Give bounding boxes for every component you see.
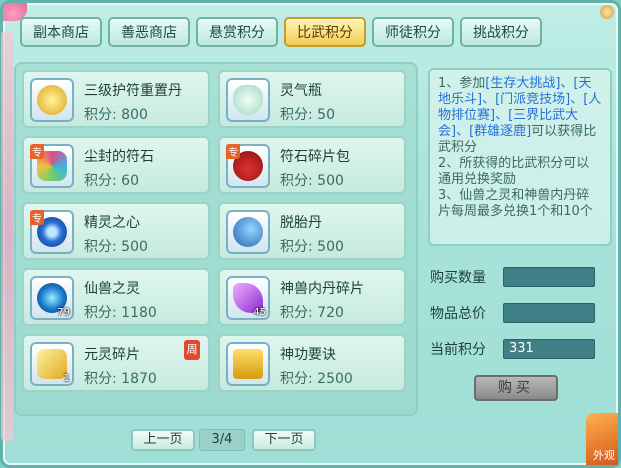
item-name: 符石碎片包: [280, 149, 350, 165]
spirit-heart-icon: 专: [30, 210, 74, 254]
total-price-field: [503, 303, 595, 323]
tab-bounty-points[interactable]: 悬赏积分: [196, 17, 278, 47]
item-card[interactable]: 专 符石碎片包 积分: 500: [218, 136, 406, 194]
item-name: 神功要诀: [280, 347, 336, 363]
rules-info-panel: 1、参加[生存大挑战]、[天地乐斗]、[门派竞技场]、[人物排位赛]、[三界比武…: [428, 68, 612, 246]
next-page-button[interactable]: 下一页: [252, 429, 316, 451]
item-card[interactable]: 神功要诀 积分: 2500: [218, 334, 406, 392]
spirit-bottle-icon: [226, 78, 270, 122]
golden-amulet-icon: [30, 78, 74, 122]
quantity-label: 购买数量: [430, 270, 486, 286]
item-name: 神兽内丹碎片: [280, 281, 364, 297]
appearance-corner-button[interactable]: 外观: [586, 413, 618, 465]
item-price: 积分: 1870: [84, 371, 157, 387]
item-name: 灵气瓶: [280, 83, 322, 99]
item-price: 积分: 60: [84, 173, 139, 189]
shop-tabs: 副本商店 善恶商店 悬赏积分 比武积分 师徒积分 挑战积分: [20, 17, 542, 47]
item-price: 积分: 1180: [84, 305, 157, 321]
current-points-label: 当前积分: [430, 342, 486, 358]
page-indicator: 3/4: [199, 429, 245, 451]
tab-challenge-points[interactable]: 挑战积分: [460, 17, 542, 47]
buy-button[interactable]: 购买: [474, 375, 558, 401]
quantity-input[interactable]: [503, 267, 595, 287]
item-card[interactable]: 脱胎丹 积分: 500: [218, 202, 406, 260]
item-card[interactable]: 专 精灵之心 积分: 500: [22, 202, 210, 260]
item-card[interactable]: 专 尘封的符石 积分: 60: [22, 136, 210, 194]
corner-ornament-icon: [600, 5, 614, 19]
tab-mentor-points[interactable]: 师徒积分: [372, 17, 454, 47]
skill-manual-icon: [226, 342, 270, 386]
item-price: 积分: 2500: [280, 371, 353, 387]
soul-fragment-icon: 1: [30, 342, 74, 386]
item-name: 精灵之心: [84, 215, 140, 231]
left-border-decoration: [1, 31, 13, 441]
item-card[interactable]: 1 元灵碎片 积分: 1870 周: [22, 334, 210, 392]
tab-karma-shop[interactable]: 善恶商店: [108, 17, 190, 47]
item-card[interactable]: 灵气瓶 积分: 50: [218, 70, 406, 128]
item-grid: 三级护符重置丹 积分: 800 灵气瓶 积分: 50 专 尘封的符石 积分: 6…: [14, 62, 418, 416]
weekly-limit-badge: 周: [184, 340, 200, 360]
prev-page-button[interactable]: 上一页: [131, 429, 195, 451]
item-price: 积分: 50: [280, 107, 335, 123]
total-price-label: 物品总价: [430, 306, 486, 322]
item-price: 积分: 500: [84, 239, 148, 255]
item-card[interactable]: 45 神兽内丹碎片 积分: 720: [218, 268, 406, 326]
item-name: 尘封的符石: [84, 149, 154, 165]
sealed-rune-stone-icon: 专: [30, 144, 74, 188]
beast-spirit-orb-icon: 79: [30, 276, 74, 320]
item-price: 积分: 500: [280, 173, 344, 189]
item-name: 脱胎丹: [280, 215, 322, 231]
item-name: 元灵碎片: [84, 347, 140, 363]
current-points-field: 331: [503, 339, 595, 359]
item-price: 积分: 500: [280, 239, 344, 255]
item-name: 仙兽之灵: [84, 281, 140, 297]
item-price: 积分: 720: [280, 305, 344, 321]
item-card[interactable]: 三级护符重置丹 积分: 800: [22, 70, 210, 128]
item-name: 三级护符重置丹: [84, 83, 182, 99]
beast-core-shard-icon: 45: [226, 276, 270, 320]
item-card[interactable]: 79 仙兽之灵 积分: 1180: [22, 268, 210, 326]
item-price: 积分: 800: [84, 107, 148, 123]
rebirth-pill-icon: [226, 210, 270, 254]
rune-fragment-bag-icon: 专: [226, 144, 270, 188]
tab-dungeon-shop[interactable]: 副本商店: [20, 17, 102, 47]
tab-arena-points[interactable]: 比武积分: [284, 17, 366, 47]
